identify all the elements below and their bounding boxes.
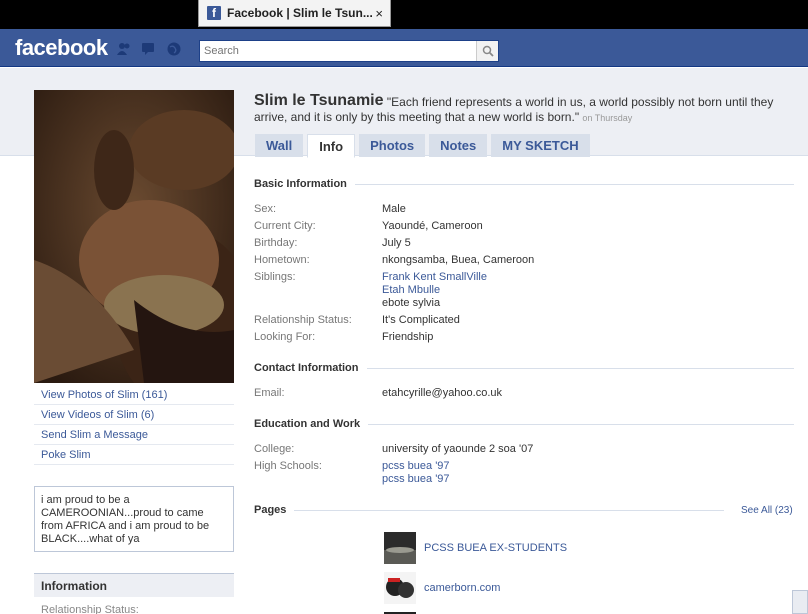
birthday-label: Birthday: xyxy=(254,237,298,249)
birthday-value: July 5 xyxy=(382,237,411,249)
page-thumbnail-image xyxy=(384,572,416,604)
current-city-value: Yaoundé, Cameroon xyxy=(382,220,483,232)
college-link[interactable]: university of yaounde 2 soa '07 xyxy=(382,443,533,456)
bio-box: i am proud to be a CAMEROONIAN...proud t… xyxy=(34,486,234,552)
pages-title: Pages xyxy=(254,504,287,516)
browser-tab-strip: f Facebook | Slim le Tsun... × xyxy=(0,0,808,29)
hometown-value: nkongsamba, Buea, Cameroon xyxy=(382,254,535,266)
siblings-label: Siblings: xyxy=(254,271,296,283)
contact-information-section-header: Contact Information xyxy=(254,362,794,374)
email-value: etahcyrille@yahoo.co.uk xyxy=(382,387,503,399)
page-thumbnail-image xyxy=(384,532,416,564)
friend-requests-icon[interactable] xyxy=(116,42,132,56)
high-schools-list: pcss buea '97 pcss buea '97 xyxy=(382,460,450,486)
status-timestamp[interactable]: on Thursday xyxy=(582,113,632,123)
tab-photos[interactable]: Photos xyxy=(359,134,426,157)
college-label: College: xyxy=(254,443,295,455)
looking-for-label: Looking For: xyxy=(254,331,316,343)
chat-bar-corner[interactable] xyxy=(792,590,808,614)
sibling-link[interactable]: Frank Kent SmallVille xyxy=(382,271,487,284)
profile-picture[interactable] xyxy=(34,90,234,383)
basic-information-section-header: Basic Information xyxy=(254,178,794,190)
email-label: Email: xyxy=(254,387,285,399)
notifications-globe-icon[interactable] xyxy=(166,42,182,56)
poke-link[interactable]: Poke Slim xyxy=(34,445,234,465)
search-button[interactable] xyxy=(476,41,498,61)
profile-tabs: Wall Info Photos Notes MY SKETCH xyxy=(255,134,594,158)
send-message-link[interactable]: Send Slim a Message xyxy=(34,425,234,445)
profile-action-links: View Photos of Slim (161) View Videos of… xyxy=(34,385,234,465)
tab-notes[interactable]: Notes xyxy=(429,134,488,157)
messages-icon[interactable] xyxy=(141,42,157,56)
search-input[interactable] xyxy=(200,41,476,61)
browser-tab-title: Facebook | Slim le Tsun... xyxy=(227,6,373,20)
high-school-link[interactable]: pcss buea '97 xyxy=(382,473,450,486)
page-link[interactable]: PCSS BUEA EX-STUDENTS xyxy=(424,542,567,554)
page-link[interactable]: camerborn.com xyxy=(424,582,500,594)
sibling-link[interactable]: Etah Mbulle xyxy=(382,284,487,297)
sibling-name: ebote sylvia xyxy=(382,297,441,309)
page-item[interactable]: PCSS BUEA EX-STUDENTS xyxy=(384,532,567,564)
tab-info[interactable]: Info xyxy=(307,134,356,158)
high-school-link[interactable]: pcss buea '97 xyxy=(382,460,450,473)
view-photos-link[interactable]: View Photos of Slim (161) xyxy=(34,385,234,405)
search-icon xyxy=(482,45,494,57)
facebook-logo[interactable]: facebook xyxy=(15,35,108,61)
sex-value: Male xyxy=(382,203,406,215)
tab-my-sketch[interactable]: MY SKETCH xyxy=(491,134,590,157)
see-all-pages-link[interactable]: See All (23) xyxy=(741,505,793,516)
contact-information-title: Contact Information xyxy=(254,362,359,374)
looking-for-value: Friendship xyxy=(382,331,434,343)
profile-photo-image xyxy=(34,90,234,383)
siblings-list: Frank Kent SmallVille Etah Mbulle ebote … xyxy=(382,271,487,310)
sex-label: Sex: xyxy=(254,203,277,215)
hometown-label: Hometown: xyxy=(254,254,310,266)
information-relationship-label: Relationship Status: xyxy=(41,604,139,614)
current-city-label: Current City: xyxy=(254,220,316,232)
top-navigation-bar: facebook xyxy=(0,29,808,67)
pages-section-header: Pages xyxy=(254,504,794,516)
facebook-favicon-icon: f xyxy=(207,6,221,20)
browser-tab[interactable]: f Facebook | Slim le Tsun... × xyxy=(198,0,391,27)
search-box[interactable] xyxy=(199,40,499,62)
education-section-header: Education and Work xyxy=(254,418,794,430)
high-schools-label: High Schools: xyxy=(254,460,322,472)
view-videos-link[interactable]: View Videos of Slim (6) xyxy=(34,405,234,425)
page-item[interactable]: camerborn.com xyxy=(384,572,500,604)
education-title: Education and Work xyxy=(254,418,361,430)
relationship-value: It's Complicated xyxy=(382,314,460,326)
status-update: Slim le Tsunamie "Each friend represents… xyxy=(254,94,808,126)
basic-information-title: Basic Information xyxy=(254,178,347,190)
information-box-header: Information xyxy=(34,573,234,597)
relationship-label: Relationship Status: xyxy=(254,314,352,326)
close-tab-icon[interactable]: × xyxy=(375,6,383,21)
status-text: "Each friend represents a world in us, a… xyxy=(254,95,774,124)
tab-wall[interactable]: Wall xyxy=(255,134,304,157)
